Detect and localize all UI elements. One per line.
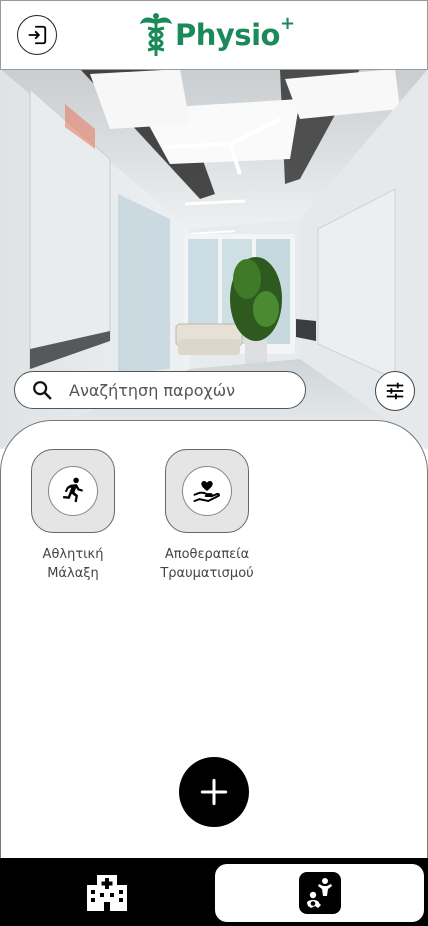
service-label: Αθλητική Μάλαξη bbox=[42, 547, 104, 581]
service-athletic-massage[interactable]: Αθλητική Μάλαξη bbox=[3, 449, 143, 583]
therapy-icon bbox=[306, 878, 332, 908]
service-injury-recovery[interactable]: Αποθεραπεία Τραυματισμού bbox=[137, 449, 277, 583]
plus-icon bbox=[200, 778, 228, 806]
service-tile[interactable] bbox=[31, 449, 115, 533]
service-icon-circle bbox=[48, 466, 98, 516]
filter-button[interactable] bbox=[375, 371, 415, 411]
add-service-button[interactable] bbox=[179, 757, 249, 827]
bottom-nav bbox=[0, 858, 428, 926]
logo-plus: + bbox=[279, 12, 296, 34]
app-logo: Physio + bbox=[139, 11, 295, 59]
running-icon bbox=[63, 477, 83, 503]
service-tile[interactable] bbox=[165, 449, 249, 533]
hospital-icon bbox=[87, 875, 127, 911]
tune-icon bbox=[386, 382, 404, 400]
service-label: Αποθεραπεία Τραυματισμού bbox=[160, 547, 254, 581]
app-header: Physio + bbox=[0, 0, 428, 70]
service-icon-circle bbox=[182, 466, 232, 516]
hand-heart-icon bbox=[193, 481, 220, 503]
therapy-icon-badge bbox=[298, 872, 341, 914]
caduceus-icon bbox=[140, 13, 172, 56]
nav-item-therapy[interactable] bbox=[215, 864, 424, 922]
logout-button[interactable] bbox=[17, 15, 57, 55]
search-input[interactable] bbox=[67, 379, 291, 401]
search-icon bbox=[31, 379, 53, 401]
logout-icon bbox=[28, 25, 47, 45]
search-bar[interactable] bbox=[14, 371, 306, 409]
logo-text: Physio bbox=[175, 18, 280, 52]
nav-item-clinic[interactable] bbox=[0, 858, 214, 926]
